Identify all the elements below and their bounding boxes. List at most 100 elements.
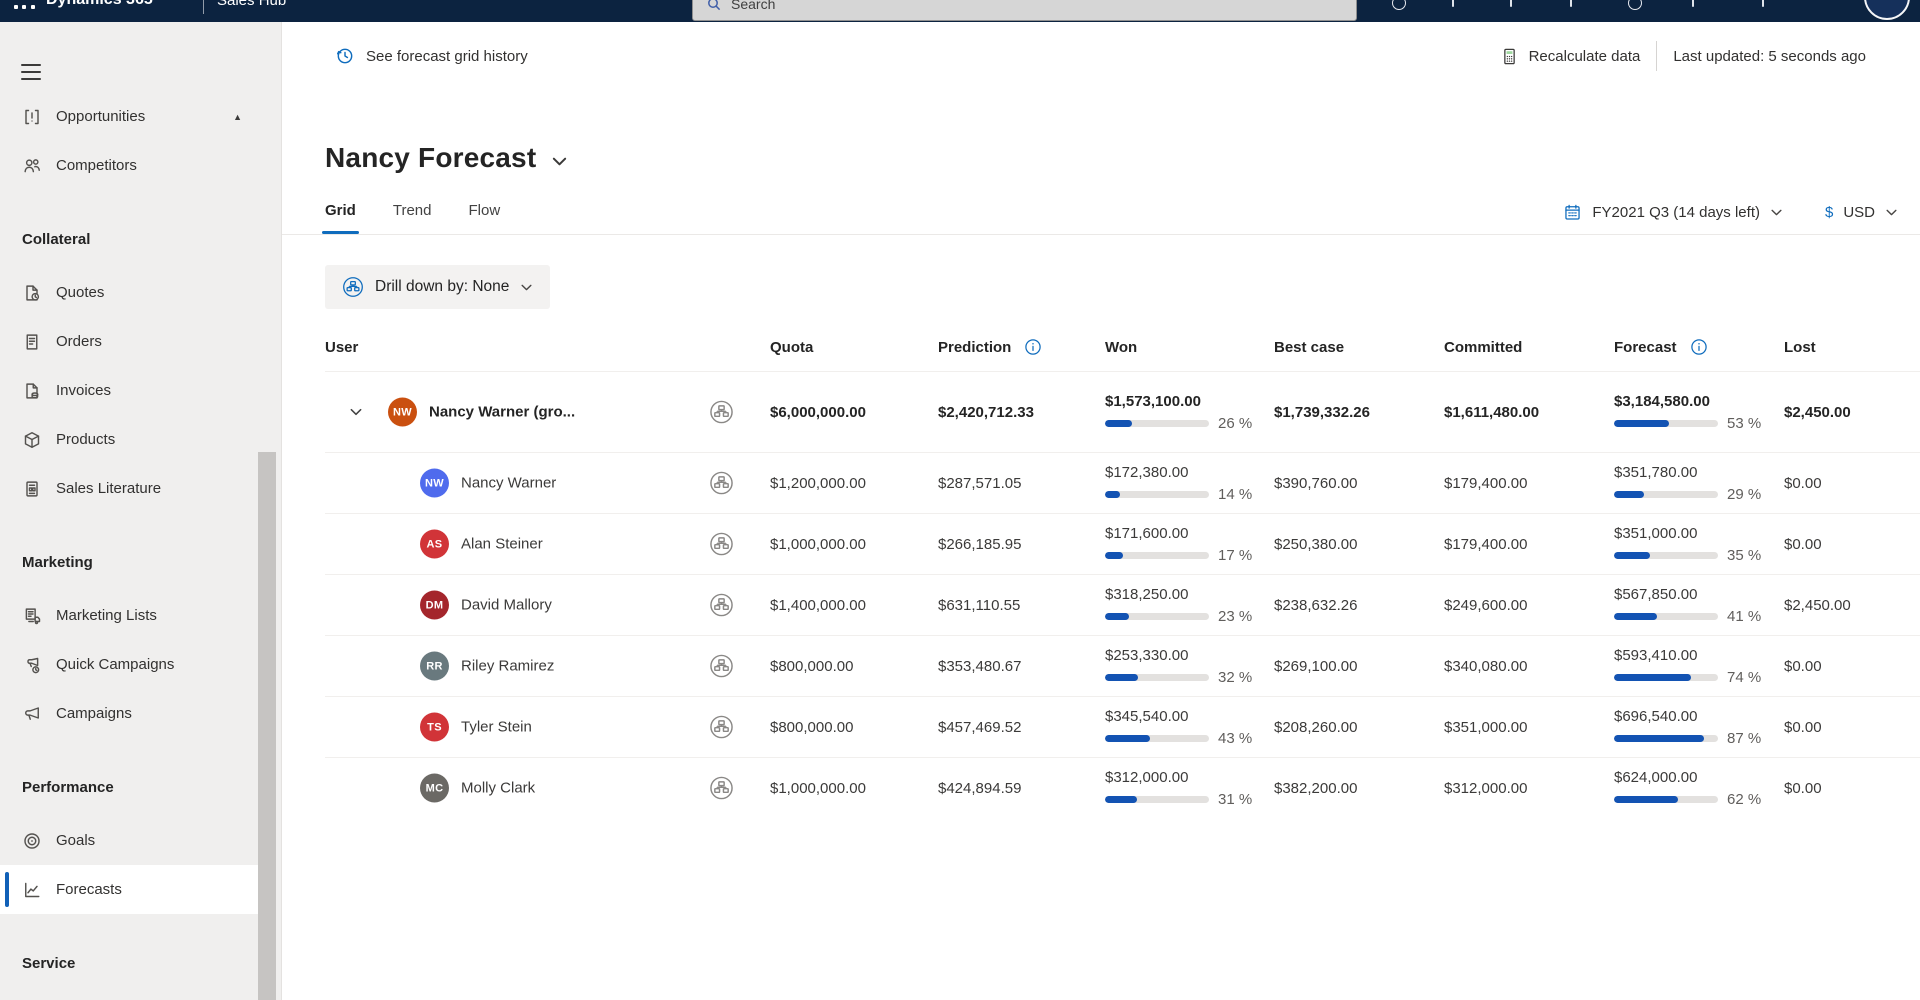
table-row-group[interactable]: NW Nancy Warner (gro... $6,000,000.00 $2… — [325, 371, 1920, 452]
command-bar-divider — [1656, 41, 1658, 71]
forecast-percent: 87 % — [1727, 729, 1762, 747]
waffle-icon[interactable] — [14, 0, 36, 10]
lost-value: $0.00 — [1784, 779, 1822, 797]
user-name[interactable]: Alan Steiner — [461, 536, 543, 553]
tab-grid[interactable]: Grid — [322, 202, 359, 234]
sidebar-item-competitors[interactable]: Competitors — [0, 141, 258, 190]
row-drilldown-icon[interactable] — [709, 715, 734, 740]
sidebar-item-products[interactable]: Products — [0, 415, 258, 464]
row-expander-chevron-icon[interactable] — [349, 405, 363, 419]
forecast-selector-chevron-icon[interactable] — [551, 153, 568, 170]
row-drilldown-icon[interactable] — [709, 400, 734, 425]
sidebar-item-campaigns[interactable]: Campaigns — [0, 689, 258, 738]
topbar-icon-7[interactable] — [1762, 0, 1764, 7]
sidebar-item-label: Quick Campaigns — [56, 656, 175, 673]
hamburger-menu-icon[interactable] — [21, 64, 41, 80]
avatar: RR — [420, 651, 449, 681]
user-name[interactable]: Molly Clark — [461, 780, 535, 797]
topbar-icon-6[interactable] — [1692, 0, 1694, 7]
row-drilldown-icon[interactable] — [709, 776, 734, 801]
chevron-down-icon — [1885, 206, 1898, 219]
user-name[interactable]: Tyler Stein — [461, 719, 532, 736]
sidebar-item-quick-campaigns[interactable]: Quick Campaigns — [0, 640, 258, 689]
table-row[interactable]: DM David Mallory $1,400,000.00 $631,110.… — [325, 574, 1920, 635]
table-row[interactable]: MC Molly Clark $1,000,000.00 $424,894.59… — [325, 757, 1920, 818]
sidebar-item-quotes[interactable]: Quotes — [0, 268, 258, 317]
forecast-percent: 62 % — [1727, 790, 1762, 808]
drill-down-label: Drill down by: None — [375, 278, 510, 295]
scrollbar-thumb[interactable] — [258, 452, 276, 1000]
lost-value: $0.00 — [1784, 535, 1822, 553]
quota-value: $1,000,000.00 — [770, 535, 866, 553]
info-icon[interactable] — [1690, 338, 1708, 356]
collapse-caret-icon[interactable]: ▲ — [233, 112, 242, 122]
app-name[interactable]: Sales Hub — [217, 0, 286, 9]
user-cell: NW Nancy Warner (gro... — [325, 372, 770, 452]
lost-value: $0.00 — [1784, 474, 1822, 492]
row-drilldown-icon[interactable] — [709, 593, 734, 618]
prediction-value: $2,420,712.33 — [938, 403, 1034, 421]
topbar-icon-5[interactable] — [1628, 0, 1642, 10]
prediction-value: $424,894.59 — [938, 779, 1022, 797]
sidebar-scrollbar[interactable] — [258, 22, 276, 1000]
tab-trend[interactable]: Trend — [393, 202, 432, 234]
period-picker[interactable]: FY2021 Q3 (14 days left) — [1563, 203, 1783, 222]
sidebar-item-sales-literature[interactable]: Sales Literature — [0, 464, 258, 513]
sidebar-section-marketing: Marketing — [22, 554, 93, 571]
topbar-icon-4[interactable] — [1570, 0, 1572, 7]
quota-value: $800,000.00 — [770, 657, 854, 675]
quota-value: $6,000,000.00 — [770, 403, 866, 421]
recalculate-data-button[interactable]: Recalculate data — [1500, 47, 1641, 66]
products-icon — [22, 430, 42, 450]
table-row[interactable]: RR Riley Ramirez $800,000.00 $353,480.67… — [325, 635, 1920, 696]
sidebar-item-goals[interactable]: Goals — [0, 816, 258, 865]
user-name[interactable]: David Mallory — [461, 597, 552, 614]
hierarchy-icon — [342, 276, 364, 298]
sidebar-item-opportunities[interactable]: Opportunities ▲ — [0, 92, 258, 141]
user-name[interactable]: Nancy Warner (gro... — [429, 404, 575, 421]
table-row[interactable]: AS Alan Steiner $1,000,000.00 $266,185.9… — [325, 513, 1920, 574]
sidebar-item-forecasts[interactable]: Forecasts — [0, 865, 258, 914]
sidebar-item-marketing-lists[interactable]: Marketing Lists — [0, 591, 258, 640]
row-drilldown-icon[interactable] — [709, 532, 734, 557]
see-forecast-history-button[interactable]: See forecast grid history — [335, 46, 528, 66]
search-input[interactable]: Search — [692, 0, 1357, 21]
row-drilldown-icon[interactable] — [709, 471, 734, 496]
committed-value: $312,000.00 — [1444, 779, 1528, 797]
table-row[interactable]: TS Tyler Stein $800,000.00 $457,469.52 $… — [325, 696, 1920, 757]
brand-title[interactable]: Dynamics 365 — [46, 0, 153, 9]
column-header-forecast: Forecast — [1614, 338, 1784, 356]
sidebar-item-cases[interactable]: Cases — [0, 992, 258, 1000]
sidebar-item-orders[interactable]: Orders — [0, 317, 258, 366]
forecast-value: $624,000.00 — [1614, 768, 1698, 786]
forecast-progressbar — [1614, 612, 1718, 620]
topbar-icon-3[interactable] — [1510, 0, 1512, 7]
best-case-value: $238,632.26 — [1274, 596, 1358, 614]
recalculate-data-label: Recalculate data — [1528, 47, 1641, 65]
drill-down-button[interactable]: Drill down by: None — [325, 265, 551, 309]
currency-picker[interactable]: $ USD — [1825, 204, 1898, 221]
quotes-icon — [22, 283, 42, 303]
forecast-value: $351,000.00 — [1614, 524, 1698, 542]
committed-value: $351,000.00 — [1444, 718, 1528, 736]
user-name[interactable]: Riley Ramirez — [461, 658, 554, 675]
won-percent: 32 % — [1218, 668, 1253, 686]
avatar: DM — [420, 590, 449, 620]
sidebar-item-invoices[interactable]: Invoices — [0, 366, 258, 415]
won-cell: $253,330.00 32 % — [1105, 647, 1274, 686]
topbar-icon-1[interactable] — [1392, 0, 1406, 10]
lost-value: $2,450.00 — [1784, 596, 1851, 614]
topbar-icon-2[interactable] — [1452, 0, 1454, 7]
row-drilldown-icon[interactable] — [709, 654, 734, 679]
topbar-divider — [203, 0, 204, 14]
best-case-value: $208,260.00 — [1274, 718, 1358, 736]
search-icon — [706, 0, 722, 12]
info-icon[interactable] — [1024, 338, 1042, 356]
campaigns-icon — [22, 704, 42, 724]
tab-flow[interactable]: Flow — [468, 202, 500, 234]
table-row[interactable]: NW Nancy Warner $1,200,000.00 $287,571.0… — [325, 452, 1920, 513]
user-name[interactable]: Nancy Warner — [461, 475, 556, 492]
column-header-lost: Lost — [1784, 338, 1816, 356]
user-avatar[interactable] — [1864, 0, 1910, 20]
committed-value: $340,080.00 — [1444, 657, 1528, 675]
